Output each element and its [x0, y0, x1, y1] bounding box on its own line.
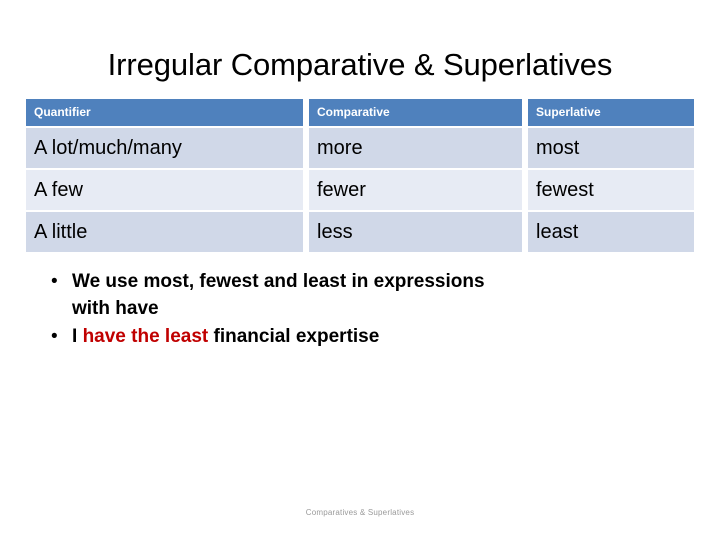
list-item: • We use most, fewest and least in expre…: [40, 268, 660, 322]
table-row: A few fewer fewest: [26, 170, 694, 210]
cell-quantifier: A few: [26, 170, 303, 210]
slide-footer-text: Comparatives & Superlatives: [305, 508, 415, 517]
cell-comparative: less: [309, 212, 522, 252]
column-header-superlative: Superlative: [528, 99, 694, 126]
bullet-text-highlight: have the least: [82, 326, 209, 347]
bullet-text-line-1: We use most, fewest and least in express…: [72, 271, 485, 292]
page-title: Irregular Comparative & Superlatives: [107, 47, 613, 82]
table-header-row: Quantifier Comparative Superlative: [26, 99, 694, 126]
cell-superlative: least: [528, 212, 694, 252]
cell-comparative: fewer: [309, 170, 522, 210]
list-item: • I have the least financial expertise: [40, 323, 660, 350]
column-header-comparative: Comparative: [309, 99, 522, 126]
slide-canvas: Irregular Comparative & Superlatives Qua…: [0, 0, 720, 540]
bullet-list: • We use most, fewest and least in expre…: [40, 268, 660, 351]
bullet-point-icon: •: [51, 271, 58, 292]
cell-quantifier: A lot/much/many: [26, 128, 303, 168]
cell-comparative: more: [309, 128, 522, 168]
bullet-text-line-2: with have: [72, 298, 159, 319]
cell-superlative: fewest: [528, 170, 694, 210]
cell-superlative: most: [528, 128, 694, 168]
column-header-quantifier: Quantifier: [26, 99, 303, 126]
bullet-point-icon: •: [51, 326, 58, 347]
table-row: A lot/much/many more most: [26, 128, 694, 168]
comparatives-table: Quantifier Comparative Superlative A lot…: [20, 97, 700, 254]
table-row: A little less least: [26, 212, 694, 252]
cell-quantifier: A little: [26, 212, 303, 252]
bullet-text-prefix: I: [72, 326, 83, 347]
comparatives-table-wrapper: Quantifier Comparative Superlative A lot…: [26, 99, 694, 252]
bullet-text-suffix: financial expertise: [208, 326, 380, 347]
